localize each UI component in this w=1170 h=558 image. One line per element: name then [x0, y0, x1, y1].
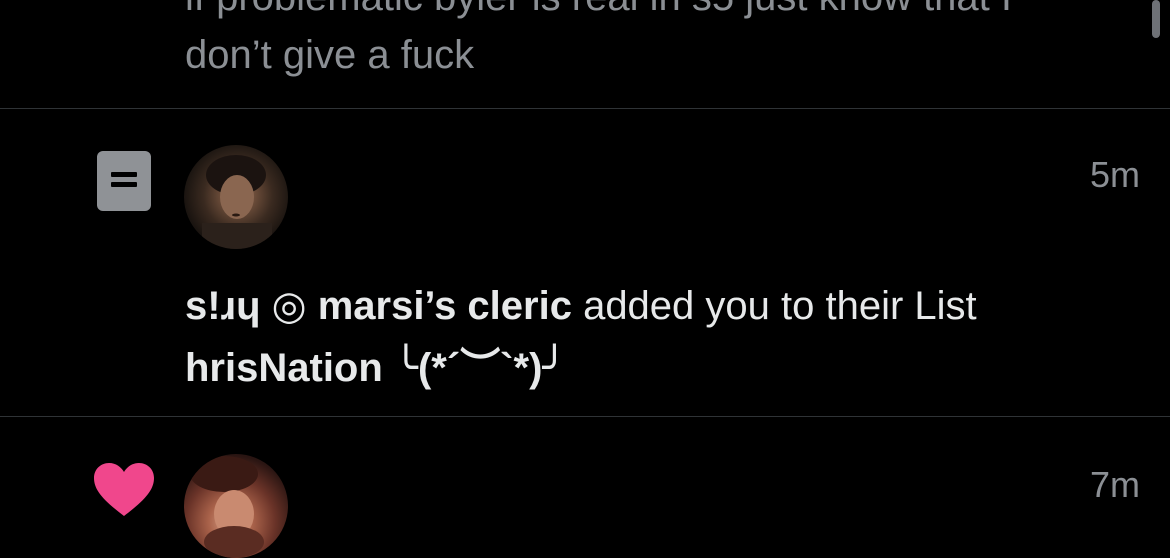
heart-icon: [93, 462, 155, 518]
scrollbar[interactable]: [1152, 0, 1160, 38]
notifications-feed: if problematic byler is real in s5 just …: [0, 0, 1170, 558]
action-text: added you to their List: [571, 284, 977, 328]
previous-tweet[interactable]: if problematic byler is real in s5 just …: [0, 0, 1170, 108]
notification-text: s!ɹɥ ◎ marsi’s cleric added you to their…: [185, 275, 1145, 399]
notification-list-added[interactable]: 5m s!ɹɥ ◎ marsi’s cleric added you to th…: [0, 109, 1170, 416]
avatar[interactable]: [184, 454, 288, 558]
list-icon: [97, 151, 151, 211]
notification-like[interactable]: 7m: [0, 417, 1170, 558]
timestamp: 7m: [1089, 464, 1140, 505]
avatar[interactable]: [184, 145, 288, 249]
tweet-text: if problematic byler is real in s5 just …: [185, 0, 1012, 77]
list-name-link[interactable]: hrisNation ╰(*´︶`*)╯: [185, 346, 566, 390]
timestamp: 5m: [1089, 154, 1140, 195]
user-name-link[interactable]: s!ɹɥ ◎ marsi’s cleric: [185, 284, 572, 328]
